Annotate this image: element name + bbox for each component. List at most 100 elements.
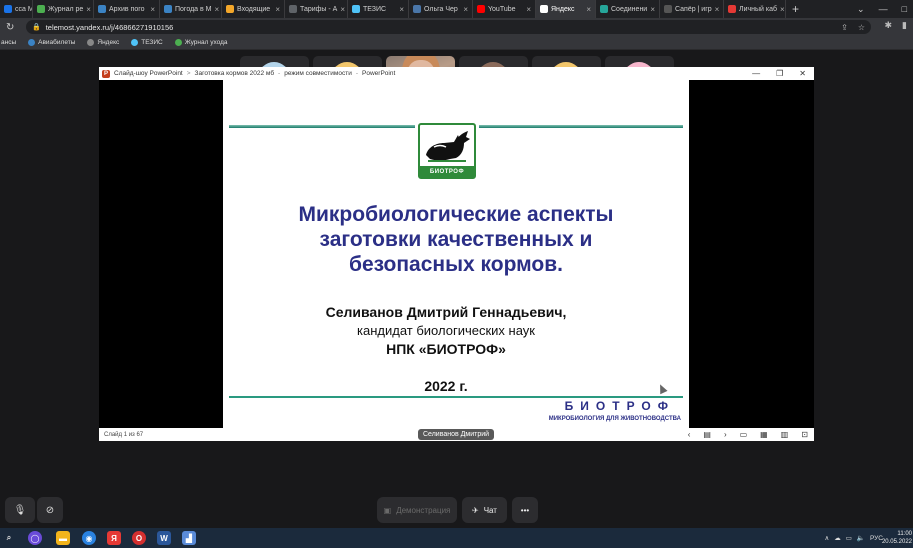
bookmark-item[interactable]: ТЕЗИС xyxy=(131,39,163,46)
tab-close-icon[interactable]: × xyxy=(463,5,468,14)
network-icon[interactable]: ▭ xyxy=(846,534,852,542)
tab-close-icon[interactable]: × xyxy=(780,5,785,14)
bookmarks-bar: ансы Авиабилеты Яндекс ТЕЗИС Журнал ухода xyxy=(0,36,913,50)
tab-close-icon[interactable]: × xyxy=(526,5,531,14)
bookmark-item[interactable]: Журнал ухода xyxy=(174,39,228,46)
browser-tab[interactable]: Тарифы - А × xyxy=(285,0,348,18)
more-options-button[interactable]: ••• xyxy=(512,497,538,523)
ppt-app-name: Слайд-шоу PowerPoint xyxy=(114,70,183,77)
tab-favicon-icon xyxy=(728,5,736,13)
system-clock[interactable]: 11:00 20.05.2022 xyxy=(882,530,912,546)
tab-favicon-icon xyxy=(352,5,360,13)
prev-slide-icon[interactable]: ‹ xyxy=(688,430,691,439)
browser-tab[interactable]: Яндекс × xyxy=(536,0,596,18)
slide-brand-subtitle: МИКРОБИОЛОГИЯ ДЛЯ ЖИВОТНОВОДСТВА xyxy=(548,416,681,422)
sidebar-icon[interactable]: ▮ xyxy=(902,20,907,31)
chat-label: Чат xyxy=(483,505,497,515)
chrome-icon[interactable]: ◉ xyxy=(82,531,96,545)
slide-title-line: безопасных кормов. xyxy=(348,253,563,276)
microphone-off-icon: 🎙 xyxy=(13,504,27,516)
slide-organization: НПК «БИОТРОФ» xyxy=(386,341,506,357)
screen-share-button[interactable]: ▣ Демонстрация xyxy=(377,497,457,523)
tab-close-icon[interactable]: × xyxy=(150,5,155,14)
ppt-minimize-icon[interactable]: — xyxy=(752,69,760,78)
slide-top-line-right xyxy=(479,125,683,128)
ppt-restore-icon[interactable]: ❐ xyxy=(776,69,783,78)
file-explorer-icon[interactable]: ▬ xyxy=(56,531,70,545)
bookmark-star-icon[interactable]: ☆ xyxy=(858,23,865,32)
ppt-close-icon[interactable]: ✕ xyxy=(799,69,806,78)
tab-close-icon[interactable]: × xyxy=(340,5,345,14)
bookmark-item[interactable]: Авиабилеты xyxy=(28,39,75,46)
slide: БИОТРОФ Микробиологические аспекты загот… xyxy=(223,80,689,428)
yandex-browser-icon[interactable]: Я xyxy=(107,531,121,545)
bookmark-label: ТЕЗИС xyxy=(141,39,163,46)
share-icon[interactable]: ⇪ xyxy=(841,23,848,32)
minimize-icon[interactable]: — xyxy=(879,4,888,14)
browser-tab-strip: сса Mail×Журнал ре×Архив пого×Погода в М… xyxy=(0,0,913,18)
notes-icon[interactable]: ▤ xyxy=(703,430,711,439)
browser-tab[interactable]: Ольга Чер × xyxy=(409,0,473,18)
tab-close-icon[interactable]: × xyxy=(399,5,404,14)
bookmark-label: Яндекс xyxy=(97,39,120,46)
next-slide-icon[interactable]: › xyxy=(724,430,727,439)
tab-favicon-icon xyxy=(289,5,297,13)
bookmark-item[interactable]: ансы xyxy=(1,39,16,46)
browser-tab[interactable]: Сапёр | игр × xyxy=(660,0,724,18)
tab-close-icon[interactable]: × xyxy=(86,5,91,14)
camera-toggle-button[interactable]: ⊘ xyxy=(37,497,63,523)
url-field[interactable]: 🔒 telemost.yandex.ru/j/46866271910156 ⇪ … xyxy=(26,20,871,34)
slide-title-line: заготовки качественных и xyxy=(319,228,593,251)
normal-view-icon[interactable]: ▭ xyxy=(740,430,748,439)
ppt-title-separator: - xyxy=(355,70,359,77)
tab-favicon-icon xyxy=(600,5,608,13)
ppt-suffix: PowerPoint xyxy=(362,70,396,77)
tab-search-icon[interactable]: ⌄ xyxy=(857,4,865,15)
app-icon[interactable]: ▟ xyxy=(182,531,196,545)
new-tab-button[interactable]: + xyxy=(786,2,805,16)
browser-tab[interactable]: сса Mail× xyxy=(0,0,33,18)
reload-icon[interactable]: ↻ xyxy=(6,22,20,33)
slide-counter: Слайд 1 из 67 xyxy=(104,431,144,438)
mute-microphone-button[interactable]: 🎙 xyxy=(5,497,35,523)
tab-close-icon[interactable]: × xyxy=(650,5,655,14)
slideshow-view-icon[interactable]: ⊡ xyxy=(801,430,808,439)
browser-tab[interactable]: Личный каб × xyxy=(724,0,786,18)
tab-close-icon[interactable]: × xyxy=(214,5,219,14)
volume-icon[interactable]: 🔈 xyxy=(857,534,865,542)
tab-close-icon[interactable]: × xyxy=(715,5,720,14)
tab-favicon-icon xyxy=(4,5,12,13)
tab-label: Сапёр | игр xyxy=(675,5,712,13)
ppt-title-separator: > xyxy=(186,70,191,77)
browser-tab[interactable]: Архив пого × xyxy=(94,0,160,18)
browser-tab[interactable]: ТЕЗИС × xyxy=(348,0,409,18)
cortana-icon[interactable]: ◯ xyxy=(28,531,42,545)
slide-brand: БИОТРОФ xyxy=(564,399,675,413)
onedrive-icon[interactable]: ☁ xyxy=(834,534,841,542)
browser-tab[interactable]: YouTube × xyxy=(473,0,536,18)
reading-view-icon[interactable]: ▥ xyxy=(781,430,789,439)
browser-tab[interactable]: Журнал ре × xyxy=(33,0,94,18)
tab-favicon-icon xyxy=(413,5,421,13)
maximize-icon[interactable]: □ xyxy=(902,4,907,14)
tab-close-icon[interactable]: × xyxy=(275,5,280,14)
browser-tab[interactable]: Входящие × xyxy=(222,0,285,18)
tab-close-icon[interactable]: × xyxy=(586,5,591,14)
ppt-mode: режим совместимости xyxy=(284,70,352,77)
browser-tab[interactable]: Погода в М × xyxy=(160,0,222,18)
chat-button[interactable]: ✈ Чат xyxy=(462,497,507,523)
browser-tab[interactable]: Соединени × xyxy=(596,0,660,18)
system-tray: ∧ ☁ ▭ 🔈 РУС xyxy=(824,528,883,548)
bookmark-item[interactable]: Яндекс xyxy=(87,39,119,46)
tray-expand-icon[interactable]: ∧ xyxy=(824,534,829,542)
tab-label: YouTube xyxy=(488,5,516,13)
word-icon[interactable]: W xyxy=(157,531,171,545)
slide-year: 2022 г. xyxy=(424,378,468,394)
sorter-view-icon[interactable]: ▦ xyxy=(760,430,768,439)
opera-icon[interactable]: O xyxy=(132,531,146,545)
shared-screen-powerpoint: P Слайд-шоу PowerPoint > Заготовка кормо… xyxy=(99,67,814,441)
search-icon[interactable]: ⌕ xyxy=(2,531,16,545)
extensions-icon[interactable]: ✱ xyxy=(885,20,893,31)
bookmark-label: Журнал ухода xyxy=(184,39,228,46)
tab-label: Тарифы - А xyxy=(300,5,338,13)
